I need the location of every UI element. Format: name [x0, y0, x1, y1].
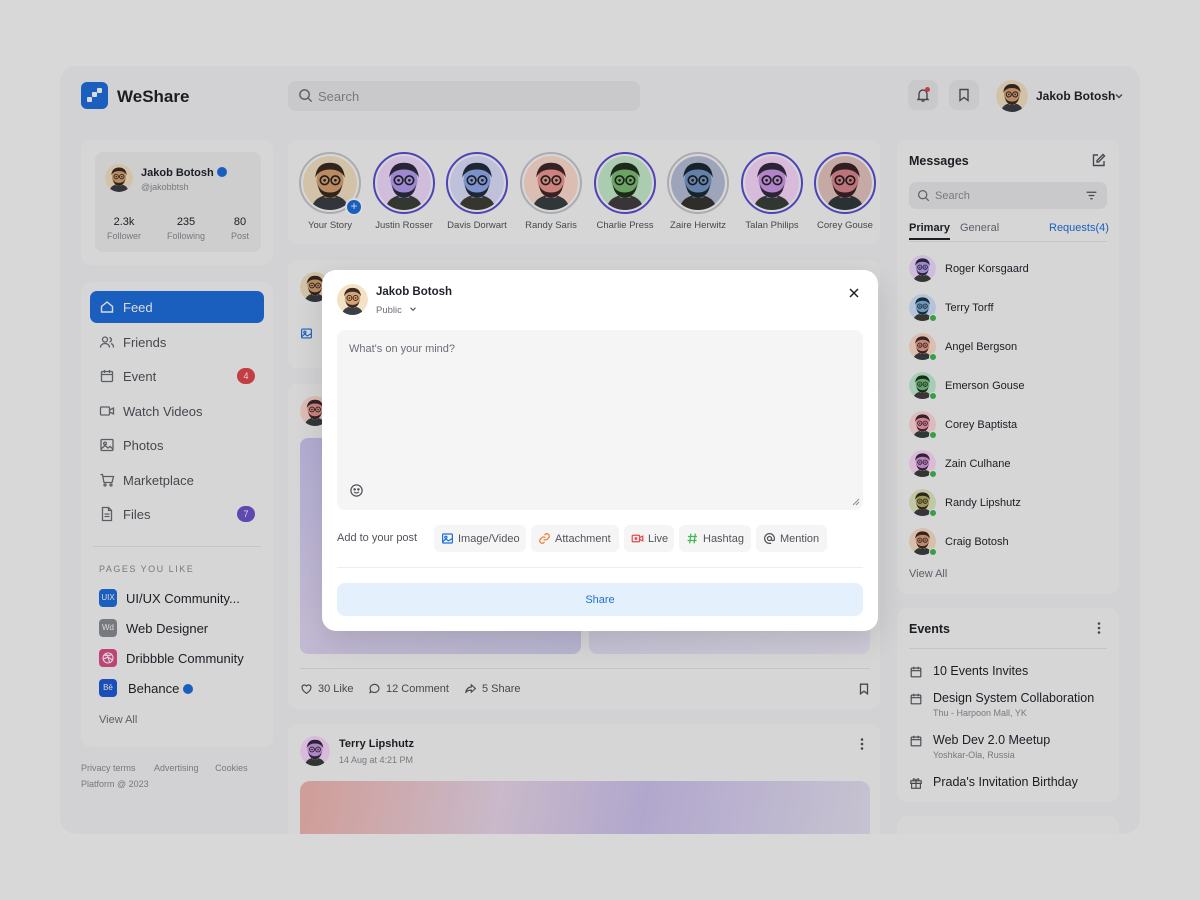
add-to-post-label: Add to your post: [337, 532, 418, 544]
close-icon[interactable]: [847, 286, 861, 300]
avatar: [337, 284, 368, 315]
share-button[interactable]: Share: [337, 583, 863, 616]
chevron-down-icon: [409, 307, 416, 312]
emoji-icon[interactable]: [349, 483, 364, 498]
modal-user-name: Jakob Botosh: [376, 286, 453, 298]
at-icon: [764, 533, 775, 544]
privacy-select[interactable]: Public: [376, 304, 418, 316]
post-text-input[interactable]: [337, 330, 863, 510]
link-icon: [539, 533, 550, 544]
attachment-button[interactable]: Attachment: [531, 525, 619, 552]
hashtag-button[interactable]: Hashtag: [679, 525, 751, 552]
resize-handle-icon[interactable]: [852, 498, 860, 506]
divider: [337, 567, 863, 568]
live-video-icon: [631, 534, 644, 543]
image-icon: [442, 533, 453, 544]
live-button[interactable]: Live: [624, 525, 674, 552]
create-post-modal: Jakob Botosh Public Add to your post Ima…: [322, 270, 878, 631]
hashtag-icon: [687, 533, 697, 544]
image-video-button[interactable]: Image/Video: [434, 525, 526, 552]
mention-button[interactable]: Mention: [756, 525, 827, 552]
